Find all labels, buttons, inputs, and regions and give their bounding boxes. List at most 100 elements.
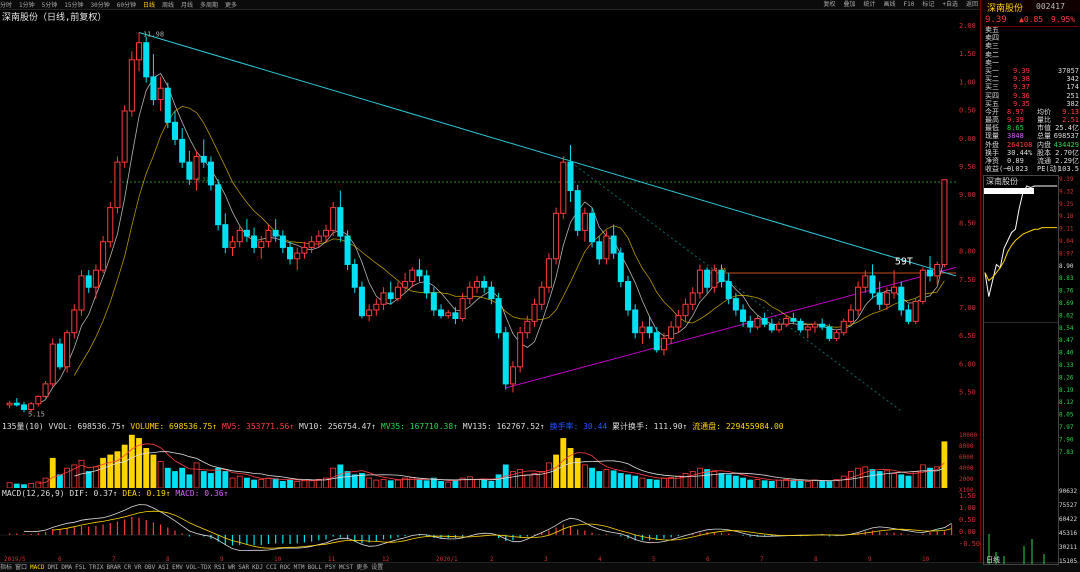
tab-7[interactable]: 周线: [162, 1, 174, 10]
indicator-tab-17[interactable]: KDJ: [252, 564, 263, 571]
price-tick-3: 0.50: [959, 107, 976, 115]
indicator-tab-3[interactable]: DMI: [47, 564, 58, 571]
candle-body-0: [6, 402, 13, 406]
candle-77: [560, 156, 567, 219]
volume-bar-112: [812, 479, 818, 488]
indicator-tab-6[interactable]: TRIX: [89, 564, 103, 571]
bid-price-4: 9.35: [1013, 99, 1030, 108]
candle-body-119: [862, 275, 869, 288]
stock-name: 深南股份: [987, 4, 1024, 14]
candle-124: [898, 281, 905, 316]
candle-body-74: [538, 286, 545, 305]
toolbar-item-2[interactable]: 统计: [863, 1, 875, 8]
tab-0[interactable]: 分时: [0, 1, 12, 10]
candle-body-60: [438, 309, 445, 317]
candle-55: [402, 273, 409, 293]
indicator-tab-9[interactable]: VR: [134, 564, 141, 571]
indicator-tab-10[interactable]: OBV: [144, 564, 155, 571]
tab-2[interactable]: 5分钟: [42, 1, 58, 10]
stat-value-6a: 0.89: [1007, 157, 1024, 165]
candle-75: [545, 253, 552, 293]
intraday-chart[interactable]: 深南股份日线: [983, 175, 1059, 565]
indicator-tab-14[interactable]: RSI: [214, 564, 225, 571]
tab-9[interactable]: 多周期: [200, 1, 218, 10]
volume-bar-67: [488, 481, 495, 488]
indicator-tab-16[interactable]: SAR: [238, 564, 249, 571]
date-label-3: 8: [166, 556, 170, 563]
volume-bar-116: [840, 475, 847, 488]
date-label-13: 6: [706, 556, 710, 563]
intraday-limit-up-band: [984, 188, 1034, 194]
tab-4[interactable]: 30分钟: [91, 1, 110, 10]
volume-bar-17: [128, 434, 135, 488]
indicator-tab-0[interactable]: 指标: [0, 564, 12, 571]
level-label-right: 7.75: [714, 268, 726, 274]
candle-body-38: [279, 235, 286, 248]
stat-row-4: 外盘 264108 内盘 434429: [985, 141, 1079, 149]
candle-126: [912, 298, 919, 325]
candle-31: [229, 236, 236, 256]
tab-6[interactable]: 日线: [143, 1, 155, 10]
indicator-tab-20[interactable]: MTM: [294, 564, 305, 571]
candle-body-2: [20, 404, 27, 410]
tab-5[interactable]: 60分钟: [117, 1, 136, 10]
macd-dif-line: [23, 504, 952, 551]
price-change-pct: 9.95%: [1051, 15, 1076, 24]
bid-row-1: 买二 9.38 342: [985, 75, 1079, 83]
candle-5: [42, 381, 49, 399]
indicator-tab-4[interactable]: DMA: [61, 564, 72, 571]
candle-21: [157, 76, 164, 111]
candle-body-32: [236, 229, 243, 243]
stat-label-5a: 换手: [985, 148, 999, 157]
volume-chart[interactable]: [0, 420, 956, 488]
candlestick-chart[interactable]: 11.98 5.15 8.31 7.75 59T: [0, 20, 956, 418]
toolbar-item-5[interactable]: 标记: [922, 1, 934, 8]
bid-label-1: 买二: [985, 75, 999, 84]
indicator-tab-12[interactable]: EMV: [172, 564, 183, 571]
toolbar-item-6[interactable]: +自选: [942, 1, 958, 8]
candle-body-109: [790, 318, 797, 322]
candle-body-35: [258, 241, 265, 248]
indicator-tab-1[interactable]: 窗口: [15, 564, 27, 571]
indicator-tab-7[interactable]: BRAR: [106, 564, 120, 571]
indicator-tab-19[interactable]: ROC: [280, 564, 291, 571]
indicator-tab-5[interactable]: FSL: [75, 564, 86, 571]
candle-body-114: [826, 326, 833, 339]
tab-3[interactable]: 15分钟: [64, 1, 83, 10]
candle-body-6: [49, 343, 56, 385]
candle-body-65: [473, 281, 481, 288]
indicator-tab-25[interactable]: 设置: [371, 564, 383, 571]
stat-value-5b: 2.70亿: [1055, 148, 1079, 157]
tab-8[interactable]: 月线: [181, 1, 193, 10]
indicator-tab-22[interactable]: PSY: [325, 564, 336, 571]
volume-bar-27: [200, 471, 207, 488]
candle-24: [179, 128, 186, 168]
toolbar-item-3[interactable]: 画线: [883, 1, 895, 8]
indicator-tab-8[interactable]: CR: [124, 564, 131, 571]
candle-body-87: [632, 309, 639, 334]
volume-bar-28: [208, 473, 214, 488]
candle-63: [459, 292, 466, 322]
indicator-tab-21[interactable]: BOLL: [308, 564, 322, 571]
tab-10[interactable]: 更多: [225, 1, 237, 10]
toolbar-item-1[interactable]: 叠加: [843, 1, 855, 8]
bid-row-0: 买一 9.39 37057: [985, 67, 1079, 75]
indicator-tab-11[interactable]: ASI: [158, 564, 169, 571]
indicator-tab-15[interactable]: WR: [228, 564, 235, 571]
toolbar-item-4[interactable]: F10: [904, 1, 915, 8]
volume-bar-25: [186, 474, 193, 488]
candle-body-100: [725, 281, 732, 300]
indicator-tab-18[interactable]: CCI: [266, 564, 277, 571]
tab-1[interactable]: 1分钟: [19, 1, 35, 10]
candle-body-94: [682, 303, 689, 317]
indicator-tab-2[interactable]: MACD: [30, 564, 44, 571]
volume-bar-89: [646, 479, 653, 488]
indicator-tab-23[interactable]: MCST: [339, 564, 353, 571]
macd-chart[interactable]: [0, 489, 956, 559]
intraday-tick-16: 8.26: [1059, 374, 1074, 381]
indicator-tab-24[interactable]: 更多: [356, 564, 368, 571]
candle-9: [71, 304, 78, 339]
toolbar-item-7[interactable]: 返回: [966, 1, 978, 8]
toolbar-item-0[interactable]: 复权: [823, 1, 835, 8]
indicator-tab-13[interactable]: VOL-TDX: [186, 564, 211, 571]
